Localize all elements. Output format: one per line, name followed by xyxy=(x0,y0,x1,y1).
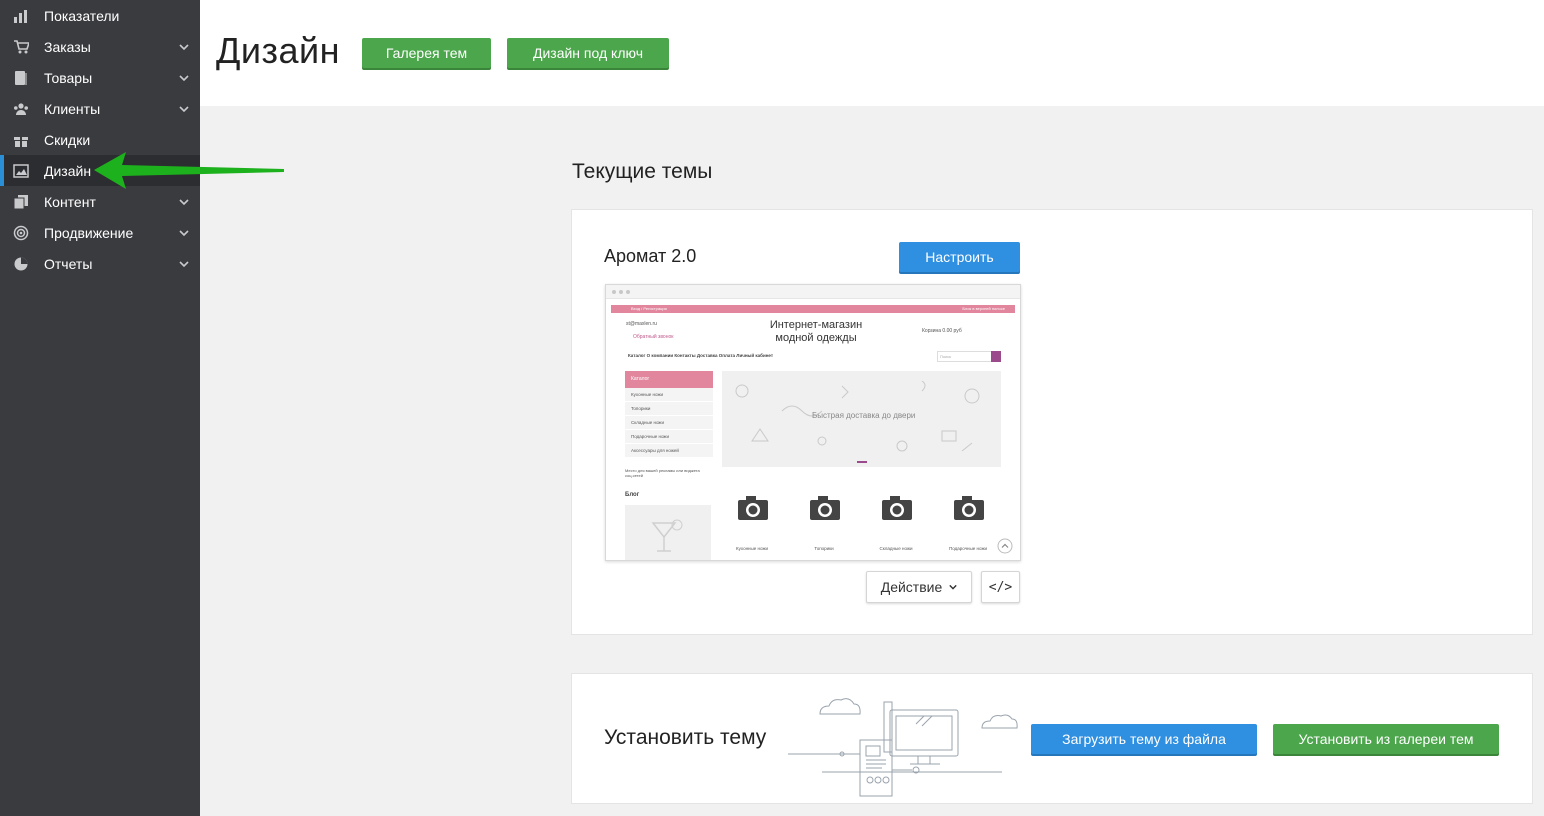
sidebar-item-prodvizhenie[interactable]: Продвижение xyxy=(0,217,200,248)
install-illustration-icon xyxy=(788,698,1018,797)
preview-cart: Корзина 0.00 руб xyxy=(922,328,962,334)
current-theme-card: Аромат 2.0 Настроить Вход / Регистрация … xyxy=(571,209,1533,635)
sidebar-item-label: Отчеты xyxy=(44,255,93,272)
current-themes-title: Текущие темы xyxy=(572,160,713,183)
preview-product-label: Кухонные ножи xyxy=(736,546,768,551)
sidebar-item-klienty[interactable]: Клиенты xyxy=(0,93,200,124)
bar-chart-icon xyxy=(13,8,29,24)
pages-icon xyxy=(13,194,29,210)
chevron-down-icon xyxy=(179,104,189,114)
sidebar-item-label: Продвижение xyxy=(44,224,134,241)
page-header: Дизайн Галерея тем Дизайн под ключ xyxy=(200,0,1544,106)
preview-product-label: Складные ножи xyxy=(879,546,913,551)
sidebar-item-otchety[interactable]: Отчеты xyxy=(0,248,200,279)
upload-theme-button[interactable]: Загрузить тему из файла xyxy=(1031,724,1257,754)
install-from-gallery-button[interactable]: Установить из галереи тем xyxy=(1273,724,1499,754)
preview-ad-text: Место для вашей рекламы или виджета соц.… xyxy=(625,468,700,478)
sidebar-item-tovary[interactable]: Товары xyxy=(0,62,200,93)
sidebar-item-label: Скидки xyxy=(44,131,91,148)
configure-button[interactable]: Настроить xyxy=(899,242,1020,272)
edit-code-button[interactable]: </> xyxy=(981,571,1020,603)
turnkey-design-button[interactable]: Дизайн под ключ xyxy=(507,38,669,68)
preview-catalog-header: Каталог xyxy=(625,371,713,388)
preview-banner-text: Быстрая доставка до двери xyxy=(812,411,916,420)
preview-banner: Быстрая доставка до двери xyxy=(722,371,1001,467)
theme-gallery-button[interactable]: Галерея тем xyxy=(362,38,491,68)
sidebar-item-label: Показатели xyxy=(44,7,120,24)
preview-product-label: Подарочные ножи xyxy=(949,546,987,551)
preview-shop-title: Интернет-магазин модной одежды xyxy=(769,319,863,344)
chevron-down-icon xyxy=(179,259,189,269)
theme-preview[interactable]: Вход / Регистрация Блок в верхней полосе… xyxy=(605,284,1021,561)
preview-product-camera-icon xyxy=(809,495,849,521)
chevron-down-icon xyxy=(179,42,189,52)
users-icon xyxy=(13,101,29,117)
preview-blog-label: Блог xyxy=(625,492,640,498)
theme-name: Аромат 2.0 xyxy=(604,246,697,266)
preview-category: Кухонные ножи xyxy=(625,388,713,402)
sidebar-item-label: Клиенты xyxy=(44,100,101,117)
preview-top-strip: Вход / Регистрация Блок в верхней полосе xyxy=(611,305,1015,313)
preview-top-block: Блок в верхней полосе xyxy=(962,306,1005,311)
install-theme-title: Установить тему xyxy=(604,726,767,749)
action-dropdown[interactable]: Действие xyxy=(866,571,972,603)
preview-category: Аксессуары для ножей xyxy=(625,444,713,458)
book-icon xyxy=(13,70,29,86)
chevron-down-icon xyxy=(179,228,189,238)
preview-category: Подарочные ножи xyxy=(625,430,713,444)
sidebar-item-label: Контент xyxy=(44,193,96,210)
preview-product-label: Топорики xyxy=(814,546,834,551)
sidebar: Показатели Заказы Товары Клиенты Скидки … xyxy=(0,0,200,816)
preview-search: Поиск xyxy=(937,351,992,362)
preview-window-bar xyxy=(606,285,1020,299)
sidebar-item-label: Товары xyxy=(44,69,93,86)
preview-search-button xyxy=(991,351,1001,362)
page-title: Дизайн xyxy=(216,30,341,71)
preview-blog-image xyxy=(625,505,711,560)
preview-category: Топорики xyxy=(625,402,713,416)
sidebar-item-label: Заказы xyxy=(44,38,91,55)
preview-product-camera-icon xyxy=(737,495,777,521)
preview-scroll-up-icon xyxy=(997,538,1013,554)
preview-login-link: Вход / Регистрация xyxy=(631,306,667,311)
chevron-down-icon xyxy=(179,197,189,207)
preview-email: st@maxlen.ru xyxy=(626,321,657,327)
target-icon xyxy=(13,225,29,241)
preview-menu: Каталог О компании Контакты Доставка Опл… xyxy=(628,353,774,358)
pie-chart-icon xyxy=(13,256,29,272)
preview-product-camera-icon xyxy=(881,495,921,521)
preview-product-camera-icon xyxy=(953,495,993,521)
chevron-down-icon xyxy=(179,73,189,83)
cart-icon xyxy=(13,39,29,55)
chevron-down-icon xyxy=(949,584,957,590)
pointer-arrow-icon xyxy=(94,152,284,189)
preview-callback: Обратный звонок xyxy=(633,334,674,340)
preview-banner-indicator xyxy=(857,461,867,463)
gift-icon xyxy=(13,132,29,148)
preview-category: Складные ножи xyxy=(625,416,713,430)
sidebar-item-zakazy[interactable]: Заказы xyxy=(0,31,200,62)
action-dropdown-label: Действие xyxy=(880,579,943,595)
install-theme-card: Установить тему Загрузить тему из файла … xyxy=(571,673,1533,804)
sidebar-item-pokazateli[interactable]: Показатели xyxy=(0,0,200,31)
image-icon xyxy=(13,163,29,179)
